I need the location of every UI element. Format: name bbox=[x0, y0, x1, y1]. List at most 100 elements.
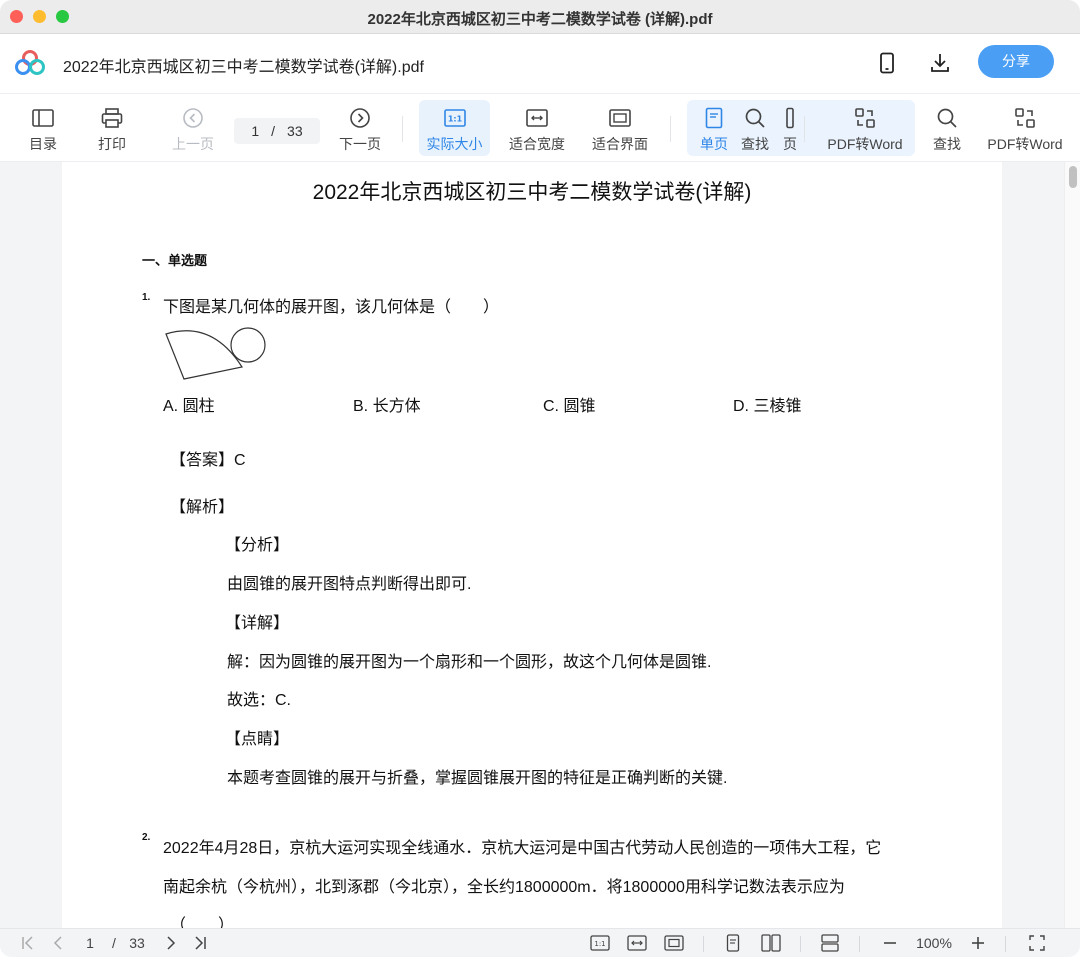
question-text-line: （ ） bbox=[170, 917, 235, 928]
prev-label: 上一页 bbox=[172, 136, 214, 152]
next-page-button[interactable]: 下一页 bbox=[335, 100, 385, 156]
download-icon[interactable] bbox=[927, 50, 953, 76]
phone-icon[interactable] bbox=[874, 50, 900, 76]
dianjing-text: 本题考查圆锥的展开与折叠，掌握圆锥展开图的特征是正确判断的关键. bbox=[227, 770, 728, 787]
pdf-to-word-inner-button[interactable]: PDF转Word bbox=[822, 100, 908, 156]
app-window: 2022年北京西城区初三中考二模数学试卷 (详解).pdf 2022年北京西城区… bbox=[0, 0, 1080, 957]
find-button[interactable]: 查找 bbox=[929, 100, 965, 156]
toc-button[interactable]: 目录 bbox=[22, 100, 64, 156]
page-total: 33 bbox=[287, 123, 303, 139]
zoom-level[interactable]: 100% bbox=[910, 933, 958, 953]
find-inner-label: 查找 bbox=[741, 136, 769, 152]
answer-line: 【答案】C bbox=[170, 452, 246, 469]
convert-icon bbox=[1013, 106, 1037, 130]
document-viewport[interactable]: 2022年北京西城区初三中考二模数学试卷(详解) 一、单选题 1. 下图是某几何… bbox=[0, 162, 1080, 928]
option-b: B. 长方体 bbox=[353, 398, 421, 415]
fullscreen-icon[interactable] bbox=[1026, 933, 1048, 953]
status-divider bbox=[1005, 936, 1006, 952]
pdf-to-word-label: PDF转Word bbox=[987, 136, 1063, 152]
dianjing-heading: 【点睛】 bbox=[225, 731, 290, 748]
actual-size-badge: 1:1 bbox=[447, 115, 462, 124]
analysis-heading: 【解析】 bbox=[170, 499, 235, 516]
question-text-line: 南起余杭（今杭州），北到涿郡（今北京），全长约1800000m．将1800000… bbox=[163, 879, 845, 896]
pdf-to-word-button[interactable]: PDF转Word bbox=[982, 100, 1068, 156]
single-page-label: 单页 bbox=[700, 136, 728, 152]
scroll-mode-icon[interactable] bbox=[819, 933, 841, 953]
prev-page-icon[interactable] bbox=[48, 933, 68, 953]
section-heading: 一、单选题 bbox=[142, 253, 208, 268]
question-number: 2. bbox=[142, 832, 151, 843]
fit-width-icon[interactable] bbox=[626, 933, 648, 953]
search-icon bbox=[743, 106, 767, 130]
status-divider bbox=[859, 936, 860, 952]
two-page-icon[interactable] bbox=[759, 933, 783, 953]
toolbar-divider bbox=[670, 116, 671, 142]
question-text: 下图是某几何体的展开图，该几何体是（ ） bbox=[163, 299, 500, 316]
fit-window-icon[interactable] bbox=[663, 933, 685, 953]
print-label: 打印 bbox=[98, 136, 126, 152]
sidebar-icon bbox=[31, 106, 55, 130]
document-title: 2022年北京西城区初三中考二模数学试卷(详解).pdf bbox=[63, 59, 424, 76]
status-actual-badge: 1:1 bbox=[594, 940, 605, 948]
status-page-current[interactable]: 1 bbox=[80, 933, 100, 953]
printer-icon bbox=[100, 106, 124, 130]
find-label: 查找 bbox=[933, 136, 961, 152]
paper-title: 2022年北京西城区初三中考二模数学试卷(详解) bbox=[312, 181, 752, 204]
page-current: 1 bbox=[251, 123, 260, 139]
prev-circle-icon bbox=[181, 106, 205, 130]
actual-size-icon[interactable]: 1:1 bbox=[589, 933, 611, 953]
actual-size-label: 实际大小 bbox=[426, 136, 483, 152]
option-c: C. 圆锥 bbox=[543, 398, 596, 415]
convert-icon bbox=[853, 106, 877, 130]
first-page-icon[interactable] bbox=[18, 933, 38, 953]
question-number: 1. bbox=[142, 292, 151, 303]
find-inner-button[interactable]: 查找 bbox=[737, 100, 773, 156]
page-inner-button[interactable]: 页 bbox=[780, 100, 800, 156]
next-page-icon[interactable] bbox=[162, 933, 180, 953]
fit-window-label: 适合界面 bbox=[592, 136, 648, 152]
prev-page-button[interactable]: 上一页 bbox=[168, 100, 218, 156]
fenxi-heading: 【分析】 bbox=[225, 537, 290, 554]
fenxi-text: 由圆锥的展开图特点判断得出即可. bbox=[227, 576, 472, 593]
zoom-in-icon[interactable] bbox=[968, 933, 988, 953]
fit-width-icon bbox=[525, 106, 549, 130]
fit-width-button[interactable]: 适合宽度 bbox=[505, 100, 569, 156]
single-page-icon[interactable] bbox=[723, 933, 743, 953]
last-page-icon[interactable] bbox=[190, 933, 210, 953]
status-divider bbox=[703, 936, 704, 952]
pdf-to-word-inner-label: PDF转Word bbox=[827, 136, 903, 152]
single-page-button[interactable]: 单页 bbox=[697, 100, 731, 156]
question-text-line: 2022年4月28日，京杭大运河实现全线通水．京杭大运河是中国古代劳动人民创造的… bbox=[163, 840, 882, 857]
actual-size-button[interactable]: 1:1 实际大小 bbox=[419, 100, 490, 156]
window-title: 2022年北京西城区初三中考二模数学试卷 (详解).pdf bbox=[367, 11, 713, 28]
toolbar-divider bbox=[804, 116, 805, 142]
option-d: D. 三棱锥 bbox=[733, 398, 802, 415]
option-a: A. 圆柱 bbox=[163, 398, 215, 415]
scroll-thumb[interactable] bbox=[1069, 166, 1077, 188]
pdf-page: 2022年北京西城区初三中考二模数学试卷(详解) 一、单选题 1. 下图是某几何… bbox=[62, 162, 1002, 928]
page-inner-label: 页 bbox=[783, 136, 797, 152]
status-page-separator: / bbox=[112, 935, 116, 951]
status-bar: 1 / 33 1:1 100% bbox=[0, 928, 1080, 957]
page-icon bbox=[778, 106, 802, 130]
toolbar: 目录 打印 上一页 1 / 33 下一页 1:1 实际大小 适合宽度 适合界面 bbox=[0, 94, 1080, 162]
zoom-out-icon[interactable] bbox=[880, 933, 900, 953]
app-header: 2022年北京西城区初三中考二模数学试卷(详解).pdf 分享 bbox=[0, 34, 1080, 94]
status-page-total: 33 bbox=[129, 935, 145, 951]
vertical-scrollbar[interactable] bbox=[1064, 162, 1080, 928]
next-circle-icon bbox=[348, 106, 372, 130]
page-indicator[interactable]: 1 / 33 bbox=[234, 118, 320, 144]
share-button[interactable]: 分享 bbox=[978, 45, 1054, 78]
cone-net-figure bbox=[162, 322, 272, 382]
detail-heading: 【详解】 bbox=[225, 615, 290, 632]
choose-text: 故选：C. bbox=[227, 692, 292, 709]
fit-window-button[interactable]: 适合界面 bbox=[588, 100, 652, 156]
next-label: 下一页 bbox=[339, 136, 381, 152]
fit-width-label: 适合宽度 bbox=[509, 136, 565, 152]
detail-text: 解：因为圆锥的展开图为一个扇形和一个圆形，故这个几何体是圆锥. bbox=[227, 654, 712, 671]
app-logo-icon bbox=[14, 49, 46, 77]
toc-label: 目录 bbox=[29, 136, 57, 152]
toolbar-divider bbox=[402, 116, 403, 142]
print-button[interactable]: 打印 bbox=[92, 100, 132, 156]
search-icon bbox=[935, 106, 959, 130]
